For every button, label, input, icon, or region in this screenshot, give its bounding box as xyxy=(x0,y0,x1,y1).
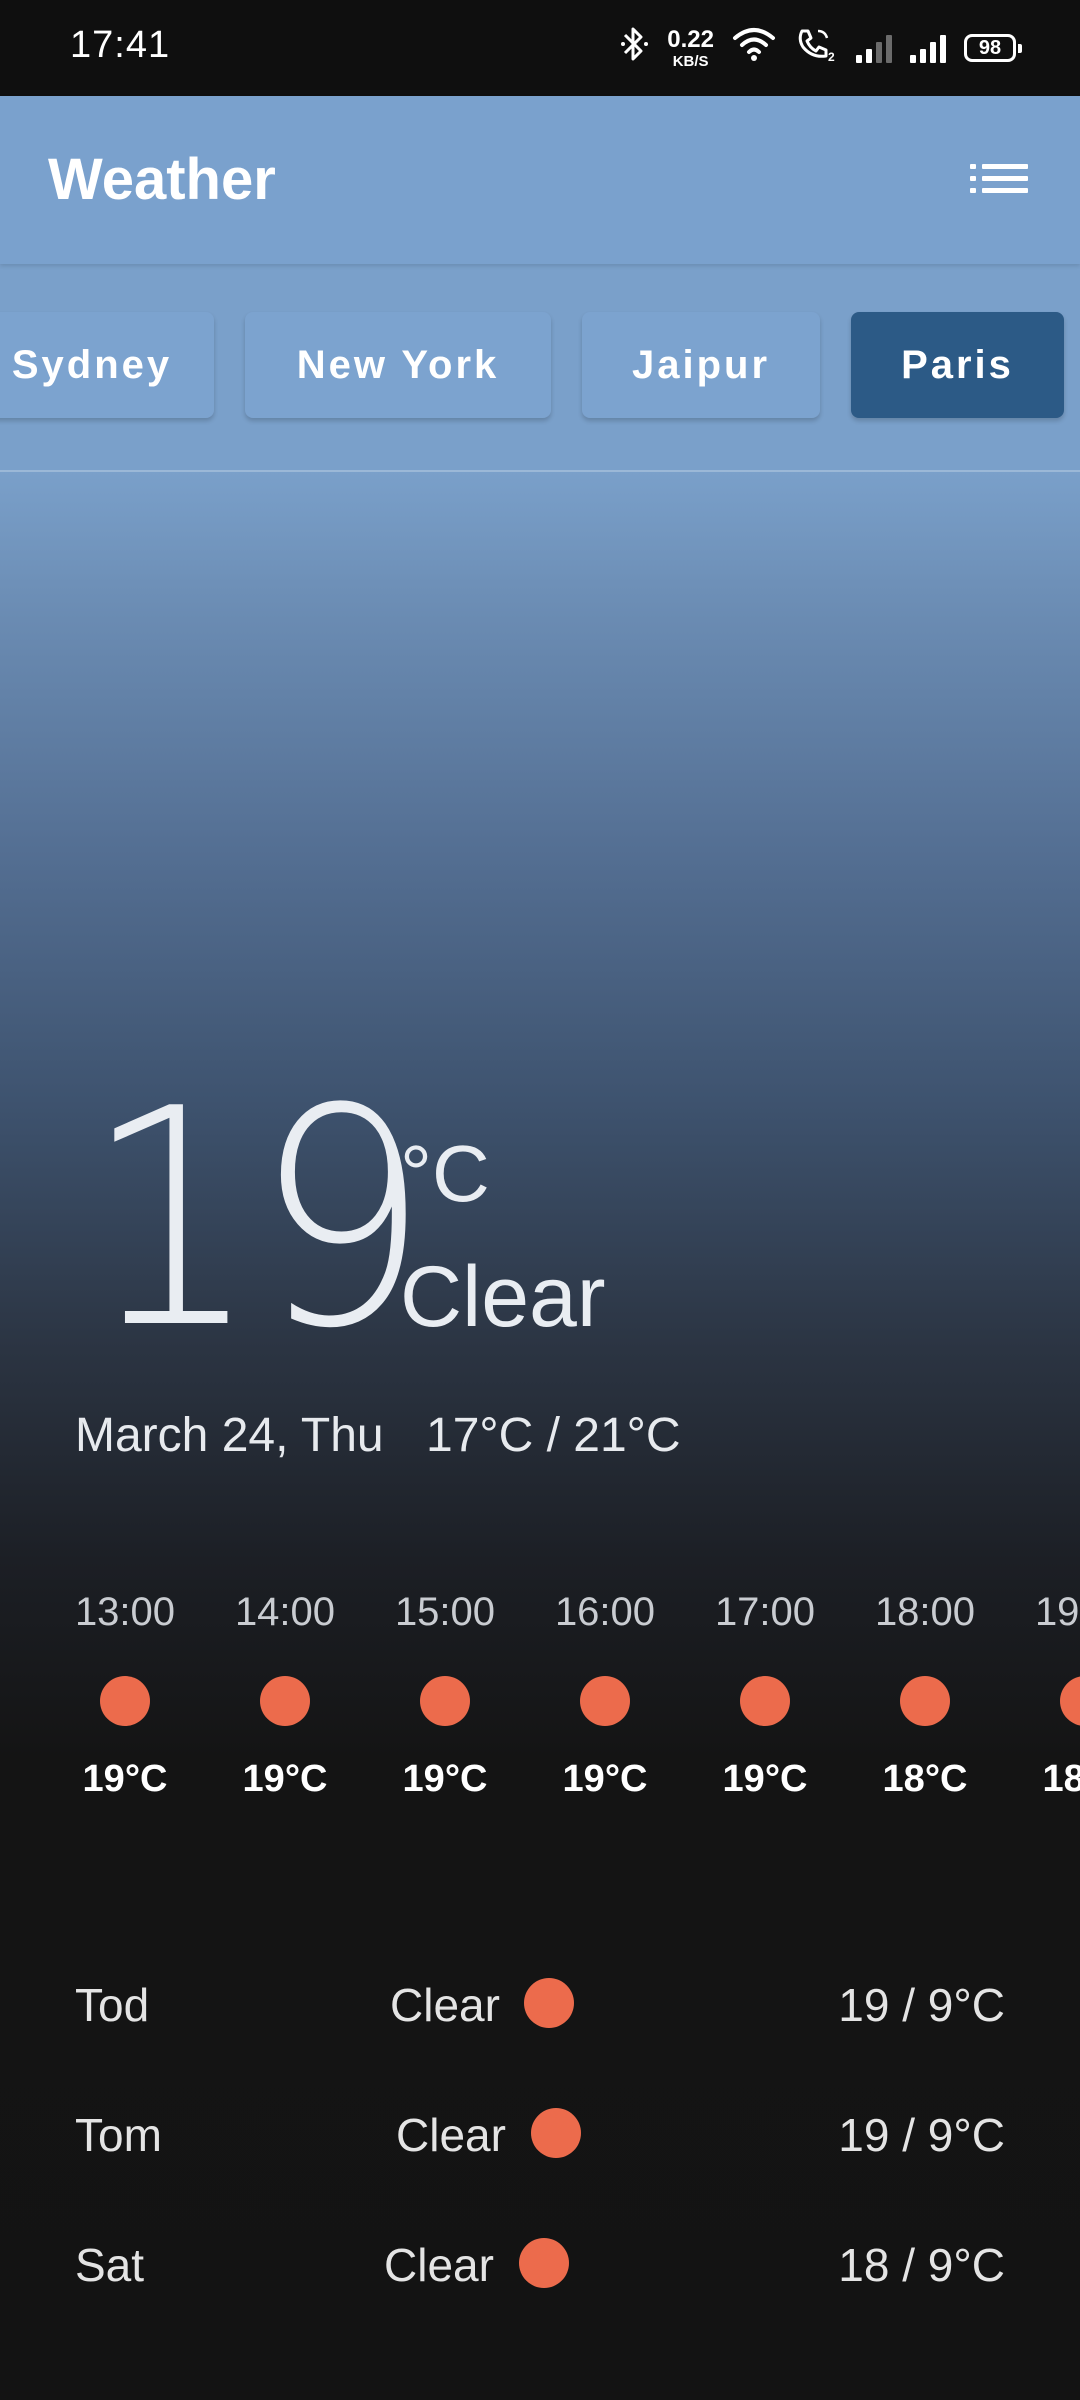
sun-icon xyxy=(519,2238,569,2288)
sun-icon xyxy=(740,1676,790,1726)
network-speed: 0.22 KB/S xyxy=(667,25,714,70)
sun-icon xyxy=(531,2108,581,2158)
city-tab-jaipur[interactable]: Jaipur xyxy=(582,312,820,418)
hourly-temperature: 19°C xyxy=(722,1758,808,1800)
list-icon[interactable] xyxy=(970,156,1028,204)
city-tab-paris[interactable]: Paris xyxy=(851,312,1064,418)
hourly-item: 13:00 19°C xyxy=(45,1590,205,1801)
hourly-temperature: 19°C xyxy=(82,1758,168,1800)
sun-icon xyxy=(524,1978,574,2028)
hourly-temperature: 18°C xyxy=(1042,1758,1080,1800)
daily-temperature: 19 / 9°C xyxy=(838,2109,1005,2161)
daily-row-today: Tod Clear 19 / 9°C xyxy=(0,1962,1080,2052)
hourly-item: 14:00 19°C xyxy=(205,1590,365,1801)
hourly-time: 16:00 xyxy=(554,1590,656,1634)
speed-unit: KB/S xyxy=(672,52,709,70)
hourly-time: 19:00 xyxy=(1034,1590,1080,1634)
hourly-temperature: 18°C xyxy=(882,1758,968,1800)
hourly-time: 17:00 xyxy=(714,1590,816,1634)
daily-condition: Clear xyxy=(390,1979,500,2031)
daily-temperature: 18 / 9°C xyxy=(838,2239,1005,2291)
daily-row-saturday: Sat Clear 18 / 9°C xyxy=(0,2222,1080,2312)
sun-icon xyxy=(260,1676,310,1726)
current-condition: Clear xyxy=(400,1249,606,1345)
daily-day: Sat xyxy=(75,2239,145,2291)
app-title: Weather xyxy=(48,147,276,212)
daily-day: Tom xyxy=(75,2109,162,2161)
hourly-time: 18:00 xyxy=(874,1590,976,1634)
daily-temperature: 19 / 9°C xyxy=(838,1979,1005,2031)
hourly-temperature: 19°C xyxy=(242,1758,328,1800)
sun-icon xyxy=(900,1676,950,1726)
hourly-time: 14:00 xyxy=(234,1590,336,1634)
daily-condition: Clear xyxy=(384,2239,494,2291)
hourly-item: 18:00 18°C xyxy=(845,1590,1005,1801)
hourly-item: 17:00 19°C xyxy=(685,1590,845,1801)
hourly-temperature: 19°C xyxy=(402,1758,488,1800)
city-tab-sydney[interactable]: Sydney xyxy=(0,312,214,418)
hourly-item: 19:00 18°C xyxy=(1005,1590,1080,1801)
hourly-item: 15:00 19°C xyxy=(365,1590,525,1801)
city-tab-new-york[interactable]: New York xyxy=(245,312,551,418)
sun-icon xyxy=(100,1676,150,1726)
current-temperature: 19 xyxy=(84,1045,430,1394)
daily-day: Tod xyxy=(75,1979,150,2031)
weather-screen: 17:41 0.22 KB/S 2 98 Weather Sydney New … xyxy=(0,0,1080,2400)
current-date: March 24, Thu xyxy=(75,1409,384,1462)
status-icons: 0.22 KB/S 2 98 xyxy=(619,22,1022,74)
status-time: 17:41 xyxy=(70,24,171,66)
sun-icon xyxy=(580,1676,630,1726)
hourly-time: 15:00 xyxy=(394,1590,496,1634)
svg-text:2: 2 xyxy=(828,50,835,63)
speed-value: 0.22 xyxy=(667,25,714,53)
temperature-range: 17°C / 21°C xyxy=(426,1409,681,1462)
sun-icon xyxy=(1060,1676,1080,1726)
hourly-time: 13:00 xyxy=(74,1590,176,1634)
wifi-icon xyxy=(732,26,776,71)
temperature-unit: °C xyxy=(400,1129,490,1218)
signal-icon xyxy=(910,33,946,63)
daily-condition: Clear xyxy=(396,2109,506,2161)
signal-icon xyxy=(856,33,892,63)
hourly-item: 16:00 19°C xyxy=(525,1590,685,1801)
daily-row-tomorrow: Tom Clear 19 / 9°C xyxy=(0,2092,1080,2182)
battery-icon: 98 xyxy=(964,34,1022,62)
city-tabs: Sydney New York Jaipur Paris xyxy=(0,264,1080,472)
app-bar: Weather xyxy=(0,96,1080,264)
hourly-temperature: 19°C xyxy=(562,1758,648,1800)
battery-level: 98 xyxy=(978,36,1002,59)
wifi-calling-icon: 2 xyxy=(794,25,838,72)
status-bar: 17:41 0.22 KB/S 2 98 xyxy=(0,0,1080,96)
bluetooth-icon xyxy=(619,24,649,73)
hourly-forecast[interactable]: 13:00 19°C 14:00 19°C 15:00 19°C 16:00 1… xyxy=(0,1590,1080,1840)
sun-icon xyxy=(420,1676,470,1726)
